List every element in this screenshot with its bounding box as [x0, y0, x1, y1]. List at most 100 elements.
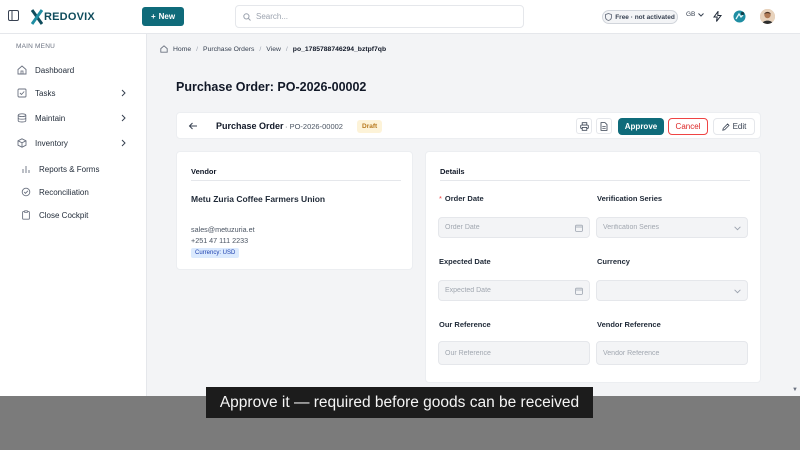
details-card: Details *Order Date Verification Series …: [425, 151, 761, 383]
pdf-button[interactable]: [596, 118, 612, 134]
language-selector[interactable]: GB: [686, 11, 705, 18]
shield-icon: [605, 13, 613, 21]
top-bar: REDOVIX + New Free · not activated GB: [0, 0, 800, 34]
database-icon: [17, 113, 27, 123]
sidebar-item-close-cockpit[interactable]: Close Cockpit: [0, 206, 147, 224]
chevron-down-icon: [734, 226, 741, 231]
new-button[interactable]: + New: [142, 7, 184, 26]
scroll-down-arrow[interactable]: ▼: [792, 387, 798, 393]
chevron-right-icon: [121, 139, 126, 147]
new-button-label: New: [158, 12, 176, 21]
pencil-icon: [721, 122, 730, 131]
plan-badge[interactable]: Free · not activated: [602, 10, 678, 24]
plus-icon: +: [150, 12, 156, 21]
language-label: GB: [686, 11, 696, 18]
page-title: Purchase Order: PO-2026-00002: [176, 80, 367, 94]
search-icon: [243, 12, 251, 21]
sidebar-item-dashboard[interactable]: Dashboard: [0, 61, 147, 79]
sidebar-item-tasks[interactable]: Tasks: [0, 84, 147, 102]
menu-heading: MAIN MENU: [16, 43, 55, 50]
divider: [440, 180, 750, 181]
vendor-email: sales@metuzuria.et: [191, 225, 255, 234]
home-icon: [17, 65, 27, 75]
verification-series-input[interactable]: [603, 224, 723, 231]
document-icon: [600, 121, 608, 131]
breadcrumb-separator: /: [259, 45, 262, 53]
currency-badge: Currency: USD: [191, 248, 240, 258]
sidebar-item-label: Reconciliation: [39, 187, 89, 197]
sidebar-item-label: Reports & Forms: [39, 164, 100, 174]
approve-button[interactable]: Approve: [618, 118, 664, 135]
sidebar-item-label: Maintain: [35, 113, 66, 123]
breadcrumb-separator: /: [285, 45, 288, 53]
back-arrow-icon[interactable]: [188, 121, 198, 131]
clipboard-icon: [22, 210, 30, 220]
calendar-icon[interactable]: [575, 287, 583, 295]
brand-logo[interactable]: REDOVIX: [31, 9, 95, 25]
breadcrumb-purchase-orders[interactable]: Purchase Orders: [203, 46, 254, 53]
sidebar-toggle-icon[interactable]: [8, 10, 19, 21]
verification-series-label: Verification Series: [597, 194, 663, 203]
our-reference-field[interactable]: [438, 341, 590, 365]
brand-name: REDOVIX: [44, 11, 95, 23]
status-badge: Draft: [357, 120, 383, 133]
chevron-down-icon: [734, 289, 741, 294]
printer-icon: [579, 121, 589, 131]
app-switcher-icon[interactable]: [733, 10, 746, 23]
edit-button-label: Edit: [732, 122, 747, 131]
order-date-input[interactable]: [445, 224, 565, 231]
currency-select[interactable]: [596, 280, 748, 301]
sidebar-item-reconciliation[interactable]: Reconciliation: [0, 183, 147, 201]
order-date-label: * Order Date: [439, 194, 484, 203]
sidebar-item-label: Inventory: [35, 138, 68, 148]
divider: [191, 180, 401, 181]
search-box[interactable]: [235, 5, 524, 28]
vendor-name[interactable]: Metu Zuria Coffee Farmers Union: [191, 194, 325, 204]
vendor-reference-field[interactable]: [596, 341, 748, 365]
calendar-icon[interactable]: [575, 224, 583, 232]
order-number: · PO-2026-00002: [285, 122, 343, 131]
sidebar-item-reports-forms[interactable]: Reports & Forms: [0, 160, 147, 178]
user-avatar[interactable]: [760, 9, 775, 24]
breadcrumb-view[interactable]: View: [266, 46, 281, 53]
breadcrumb-home[interactable]: Home: [173, 46, 191, 53]
sidebar-item-maintain[interactable]: Maintain: [0, 109, 147, 127]
sidebar-item-label: Tasks: [35, 88, 56, 98]
checkbox-icon: [17, 88, 27, 98]
plan-badge-label: Free · not activated: [615, 13, 675, 21]
chevron-right-icon: [121, 89, 126, 97]
vendor-card: Vendor Metu Zuria Coffee Farmers Union s…: [176, 151, 413, 270]
vendor-heading: Vendor: [191, 167, 217, 176]
edit-button[interactable]: Edit: [713, 118, 755, 135]
sidebar-item-inventory[interactable]: Inventory: [0, 134, 147, 152]
details-heading: Details: [440, 167, 465, 176]
search-input[interactable]: [256, 12, 496, 21]
sidebar-item-label: Dashboard: [35, 65, 75, 75]
our-reference-input[interactable]: [445, 349, 565, 357]
chevron-down-icon: [698, 12, 705, 17]
verification-series-select[interactable]: [596, 217, 748, 238]
order-date-field[interactable]: [438, 217, 590, 238]
subtitle-caption: Approve it — required before goods can b…: [206, 387, 593, 418]
print-button[interactable]: [576, 118, 592, 134]
lightning-icon[interactable]: [713, 9, 722, 24]
vendor-reference-input[interactable]: [603, 349, 723, 357]
breadcrumb-current: po_1785788746294_bztpf7qb: [292, 45, 387, 53]
expected-date-field[interactable]: [438, 280, 590, 301]
breadcrumb-separator: /: [196, 45, 199, 53]
currency-label: Currency: [597, 257, 630, 266]
expected-date-label: Expected Date: [439, 257, 491, 266]
cancel-button[interactable]: Cancel: [668, 118, 708, 135]
expected-date-input[interactable]: [445, 287, 565, 294]
order-header-title: Purchase Order: [216, 121, 284, 131]
home-icon: [160, 45, 168, 53]
vendor-phone: +251 47 111 2233: [191, 236, 249, 245]
bar-chart-icon: [22, 166, 30, 173]
breadcrumb: Home / Purchase Orders / View / po_17857…: [160, 45, 386, 53]
sidebar: MAIN MENU Dashboard Tasks Maintain Inven…: [0, 34, 147, 396]
check-circle-icon: [21, 187, 31, 197]
logo-mark-icon: [31, 9, 43, 25]
chevron-right-icon: [121, 114, 126, 122]
order-header-card: Purchase Order · PO-2026-00002 Draft App…: [176, 112, 761, 139]
required-marker: *: [439, 194, 442, 203]
